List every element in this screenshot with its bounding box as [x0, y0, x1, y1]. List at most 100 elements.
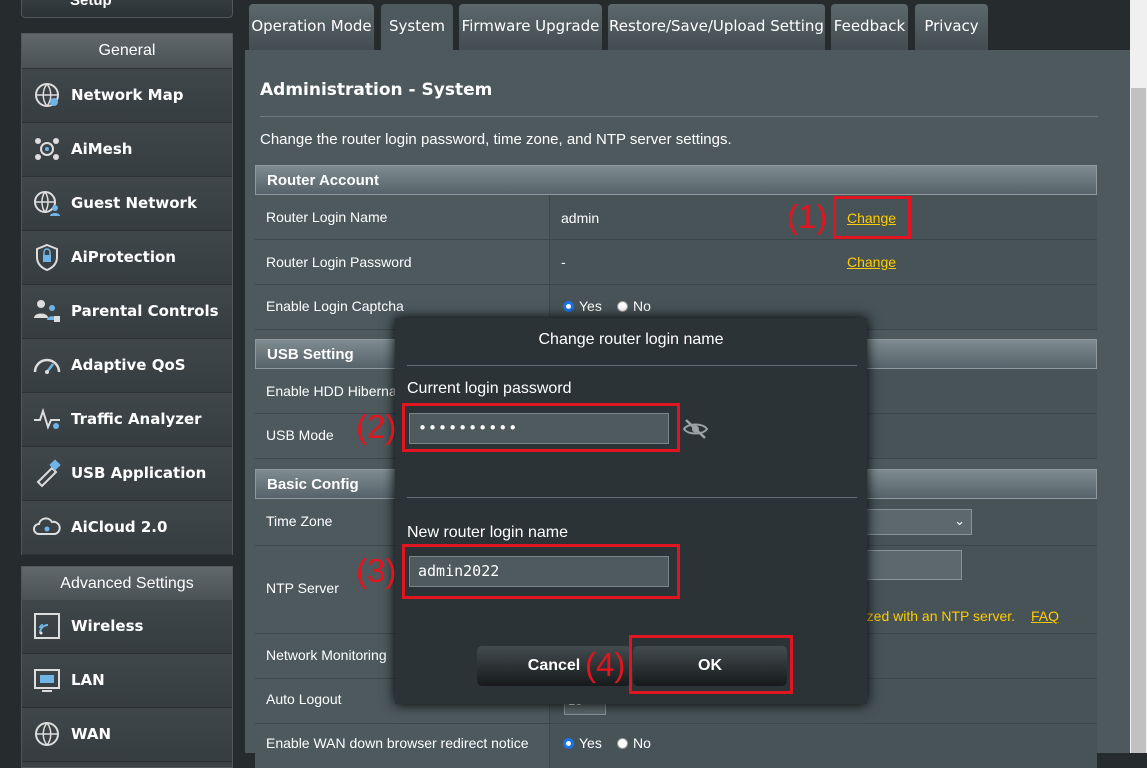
wan-redirect-row: Enable WAN down browser redirect notice … — [255, 724, 1097, 768]
ntp-server-label: NTP Server — [266, 580, 339, 596]
ntp-server-input[interactable] — [860, 550, 962, 580]
router-account-header: Router Account — [255, 165, 1097, 195]
sidebar-item-wireless[interactable]: Wireless — [22, 600, 232, 654]
sidebar-item-aiprotection[interactable]: AiProtection — [22, 231, 232, 285]
advanced-menu: Advanced Settings Wireless LAN WAN — [21, 566, 233, 768]
sidebar-item-label: AiProtection — [71, 248, 176, 266]
wan-redirect-no-option[interactable]: No — [617, 735, 651, 751]
sidebar-item-label: Wireless — [71, 617, 144, 635]
aimesh-icon — [35, 138, 59, 160]
wan-redirect-no-radio[interactable] — [617, 738, 628, 749]
auto-logout-label: Auto Logout — [266, 691, 342, 707]
sidebar-item-label: Network Map — [71, 86, 184, 104]
chevron-down-icon: ⌄ — [954, 513, 965, 528]
tab-restore-save-upload[interactable]: Restore/Save/Upload Setting — [608, 4, 825, 50]
sidebar-item-label: WAN — [71, 725, 112, 743]
dialog-title: Change router login name — [538, 331, 724, 348]
captcha-no-label: No — [633, 298, 651, 314]
annotation-step-4: (4) — [585, 646, 626, 683]
parental-controls-icon — [34, 300, 60, 322]
router-login-password-label: Router Login Password — [266, 254, 412, 270]
annotation-step-3: (3) — [356, 552, 397, 589]
wan-redirect-yes-option[interactable]: Yes — [563, 735, 602, 751]
scrollbar-thumb[interactable] — [1131, 88, 1146, 753]
eye-slash-icon[interactable] — [682, 417, 709, 441]
wan-icon — [35, 722, 59, 746]
usb-mode-label: USB Mode — [266, 427, 334, 443]
sidebar-item-wan[interactable]: WAN — [22, 708, 232, 762]
page-title: Administration - System — [260, 80, 493, 100]
router-login-password-row: Router Login Password - Change — [255, 240, 1097, 285]
sidebar-item-label: Parental Controls — [71, 302, 219, 320]
wan-redirect-no-label: No — [633, 735, 651, 751]
captcha-no-option[interactable]: No — [617, 298, 651, 314]
annotation-box-2 — [402, 403, 680, 452]
tab-privacy[interactable]: Privacy — [915, 4, 988, 50]
general-menu: General Network Map AiMesh Guest Network… — [21, 33, 233, 555]
dialog-divider — [407, 497, 857, 498]
sidebar-item-guest-network[interactable]: Guest Network — [22, 177, 232, 231]
sidebar-item-label: AiMesh — [71, 140, 133, 158]
current-password-label: Current login password — [407, 380, 572, 397]
dialog-divider — [407, 365, 857, 366]
sidebar-item-aimesh[interactable]: AiMesh — [22, 123, 232, 177]
sidebar-item-label: Traffic Analyzer — [71, 410, 202, 428]
network-monitoring-label: Network Monitoring — [266, 647, 387, 663]
sidebar-item-label: USB Application — [71, 464, 207, 482]
sidebar-item-network-map[interactable]: Network Map — [22, 69, 232, 123]
wan-redirect-label: Enable WAN down browser redirect notice — [266, 735, 529, 751]
sidebar-item-adaptive-qos[interactable]: Adaptive QoS — [22, 339, 232, 393]
advanced-header: Advanced Settings — [22, 567, 232, 602]
aicloud-icon — [33, 517, 61, 535]
router-login-name-row: Router Login Name admin Change — [255, 195, 1097, 240]
tab-operation-mode[interactable]: Operation Mode — [249, 4, 374, 50]
new-login-name-label: New router login name — [407, 524, 568, 541]
time-zone-label: Time Zone — [266, 513, 333, 529]
sidebar-item-parental-controls[interactable]: Parental Controls — [22, 285, 232, 339]
aiprotection-icon — [36, 243, 58, 272]
sidebar-item-label: AiCloud 2.0 — [71, 518, 168, 536]
wireless-icon — [34, 613, 60, 639]
router-login-name-value: admin — [561, 210, 600, 226]
sidebar-item-lan[interactable]: LAN — [22, 654, 232, 708]
sidebar-item-label: Adaptive QoS — [71, 356, 186, 374]
sidebar-item-label: LAN — [71, 671, 105, 689]
sidebar-item-setup[interactable] — [21, 0, 233, 18]
sidebar-item-aicloud[interactable]: AiCloud 2.0 — [22, 501, 232, 555]
general-header: General — [22, 34, 232, 69]
adaptive-qos-icon — [33, 358, 61, 374]
usb-application-icon — [36, 459, 61, 488]
traffic-analyzer-icon — [34, 407, 60, 430]
sidebar-item-usb-application[interactable]: USB Application — [22, 447, 232, 501]
hdd-hibernation-label: Enable HDD Hibernat — [266, 383, 401, 399]
sidebar-item-traffic-analyzer[interactable]: Traffic Analyzer — [22, 393, 232, 447]
annotation-step-1: (1) — [787, 198, 828, 235]
tab-firmware-upgrade[interactable]: Firmware Upgrade — [459, 4, 602, 50]
annotation-box-4 — [629, 635, 793, 694]
router-login-password-value: - — [561, 254, 566, 270]
captcha-yes-option[interactable]: Yes — [563, 298, 602, 314]
wan-redirect-yes-radio[interactable] — [563, 738, 574, 749]
guest-network-icon — [34, 191, 60, 216]
login-captcha-label: Enable Login Captcha — [266, 298, 404, 314]
annotation-box-3 — [402, 544, 680, 599]
setup-label: Setup — [70, 0, 112, 9]
captcha-no-radio[interactable] — [617, 301, 628, 312]
tab-feedback[interactable]: Feedback — [831, 4, 908, 50]
tab-system[interactable]: System — [381, 4, 453, 50]
tab-bar: Operation Mode System Firmware Upgrade R… — [245, 0, 1130, 50]
captcha-yes-label: Yes — [579, 298, 602, 314]
page-description: Change the router login password, time z… — [260, 131, 732, 148]
divider — [260, 116, 1098, 117]
network-map-icon — [35, 83, 59, 107]
ntp-note: onized with an NTP server. — [848, 608, 1016, 624]
change-login-password-link[interactable]: Change — [847, 254, 896, 270]
sidebar-item-label: Guest Network — [71, 194, 197, 212]
wan-redirect-yes-label: Yes — [579, 735, 602, 751]
router-login-name-label: Router Login Name — [266, 209, 388, 225]
lan-icon — [34, 669, 60, 692]
captcha-yes-radio[interactable] — [563, 301, 574, 312]
annotation-step-2: (2) — [356, 408, 397, 445]
annotation-box-1 — [833, 196, 911, 239]
faq-link[interactable]: FAQ — [1031, 608, 1059, 624]
